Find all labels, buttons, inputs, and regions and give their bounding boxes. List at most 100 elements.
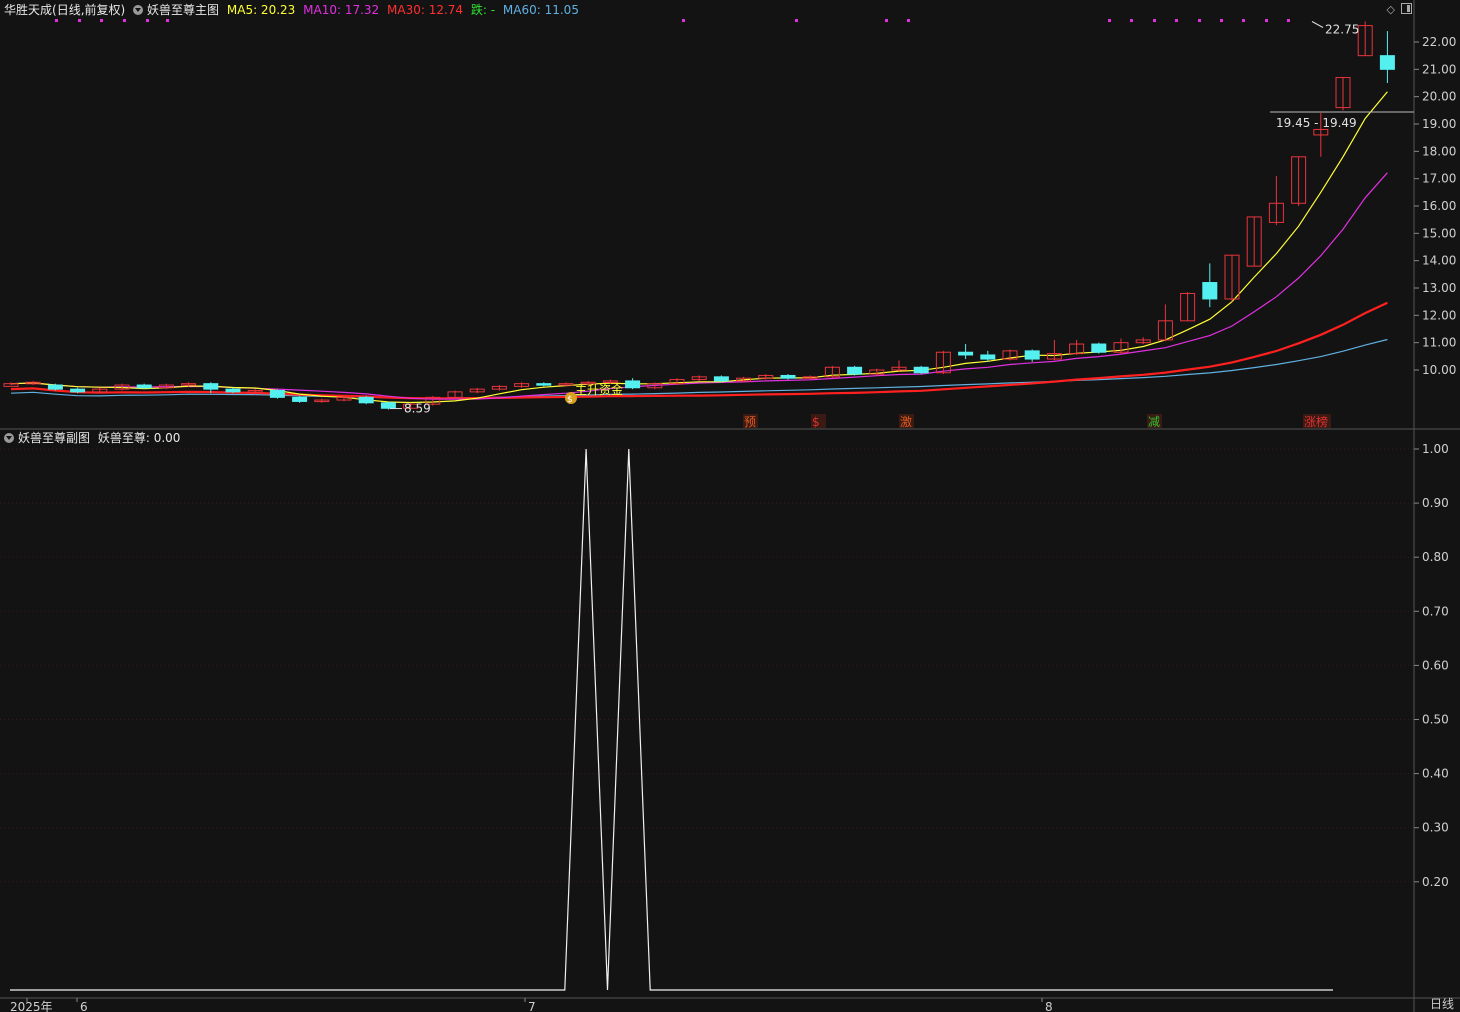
signal-dot	[55, 19, 58, 22]
high-price-label: 22.75	[1325, 23, 1359, 37]
candle-body	[380, 402, 396, 409]
signal-dot	[1175, 19, 1178, 22]
y-tick-label: 17.00	[1422, 172, 1456, 186]
sub-header: 妖兽至尊副图 妖兽至尊: 0.00	[4, 430, 184, 446]
candle-body	[225, 388, 241, 393]
candle-body	[958, 351, 974, 356]
x-tick-label: 7	[528, 1000, 536, 1012]
candle-body	[47, 384, 63, 390]
ma5-line	[10, 91, 1388, 404]
y-tick-label: 14.00	[1422, 254, 1456, 268]
ma10-line	[10, 172, 1388, 400]
stock-name: 华胜天成	[4, 3, 53, 17]
sub-tick-label: 0.50	[1422, 713, 1449, 727]
candle-body	[203, 383, 219, 390]
signal-label: 涨榜	[1304, 414, 1328, 429]
signal-dot	[146, 19, 149, 22]
signal-dot	[907, 19, 910, 22]
signal-dot	[1198, 19, 1201, 22]
signal-dot	[1108, 19, 1111, 22]
price-axis: 22.00 21.00 20.00 19.00 18.00 17.00 16.00 15.00…	[1414, 35, 1456, 377]
sub-tick-label: 0.30	[1422, 821, 1449, 835]
candle-body	[1024, 350, 1040, 360]
sub-indicator-name[interactable]: 妖兽至尊副图	[18, 431, 90, 445]
y-tick-label: 22.00	[1422, 35, 1456, 49]
signal-dot	[1130, 19, 1133, 22]
x-tick-label: 6	[80, 1000, 88, 1012]
y-tick-label: 21.00	[1422, 62, 1456, 76]
candle-body	[358, 396, 374, 404]
period-label: (日线,前复权)	[52, 3, 126, 17]
date-axis: 2025年 6 7 8	[10, 998, 1053, 1012]
signal-dot	[1287, 19, 1290, 22]
sub-tick-label: 1.00	[1422, 442, 1449, 456]
main-indicator-name[interactable]: 妖兽至尊主图	[147, 3, 219, 17]
sub-indicator-value: 妖兽至尊: 0.00	[97, 431, 181, 445]
signal-dot	[795, 19, 798, 22]
range-label: 19.45 - 19.49	[1276, 116, 1357, 130]
signal-dot	[78, 19, 81, 22]
candle-body	[136, 384, 152, 389]
candle-body	[913, 366, 929, 374]
window-icon[interactable]	[1401, 3, 1412, 14]
ma10-value: MA10: 17.32	[303, 3, 380, 17]
signal-dot	[123, 19, 126, 22]
sub-tick-label: 0.80	[1422, 550, 1449, 564]
sub-tick-label: 0.90	[1422, 496, 1449, 510]
signal-dot	[1242, 19, 1245, 22]
candle-body	[780, 374, 796, 379]
candle-body	[1202, 282, 1218, 300]
moving-averages	[10, 91, 1388, 404]
candle-body	[847, 366, 863, 375]
x-tick-label: 8	[1045, 1000, 1053, 1012]
dropdown-circle-icon[interactable]	[133, 5, 144, 15]
diamond-icon[interactable]: ◇	[1387, 3, 1395, 16]
signal-label: 减	[1148, 415, 1160, 429]
sub-tick-label: 0.40	[1422, 767, 1449, 781]
period-corner-label[interactable]: 日线	[1430, 995, 1454, 1012]
die-value: 跌: -	[470, 3, 496, 17]
x-tick-label: 2025年	[10, 1000, 53, 1012]
candle-body	[536, 383, 552, 386]
sub-tick-label: 0.60	[1422, 658, 1449, 672]
ma30-value: MA30: 12.74	[387, 3, 464, 17]
main-rise-tag: 主升资金	[575, 382, 623, 397]
signal-dot	[166, 19, 169, 22]
grid	[0, 0, 1460, 1012]
y-tick-label: 19.00	[1422, 117, 1456, 131]
signal-label: $	[812, 415, 820, 429]
candle-body	[269, 390, 285, 398]
candle-body	[1379, 55, 1395, 70]
signal-dot	[100, 19, 103, 22]
main-header: 华胜天成(日线,前复权) 妖兽至尊主图 MA5: 20.23 MA10: 17.…	[4, 2, 583, 18]
candle-body	[713, 376, 729, 382]
signal-dot	[885, 19, 888, 22]
sub-axis: 1.00 0.90 0.80 0.70 0.60 0.50 0.40 0.30 0.20	[1414, 442, 1449, 889]
sub-tick-label: 0.20	[1422, 875, 1449, 889]
ma5-value: MA5: 20.23	[226, 3, 296, 17]
candle-body	[70, 388, 86, 393]
candle-body	[1091, 343, 1107, 353]
signal-dot	[1265, 19, 1268, 22]
signal-dot	[682, 19, 685, 22]
sub-tick-label: 0.70	[1422, 604, 1449, 618]
y-tick-label: 10.00	[1422, 363, 1456, 377]
y-tick-label: 18.00	[1422, 144, 1456, 158]
y-tick-label: 12.00	[1422, 308, 1456, 322]
chart-canvas: 22.00 21.00 20.00 19.00 18.00 17.00 16.00 15.00…	[0, 0, 1460, 1012]
candlesticks	[3, 21, 1395, 410]
candle-body	[980, 354, 996, 360]
signal-label: 激	[900, 415, 912, 429]
y-tick-label: 13.00	[1422, 281, 1456, 295]
dropdown-circle-icon[interactable]	[4, 433, 14, 443]
signal-label: 预	[744, 415, 756, 429]
money-badge-label: $	[567, 395, 573, 405]
y-tick-label: 20.00	[1422, 90, 1456, 104]
signal-dot	[1220, 19, 1223, 22]
low-price-label: 8.59	[404, 402, 431, 416]
window-controls: ◇	[1381, 3, 1412, 16]
y-tick-label: 11.00	[1422, 336, 1456, 350]
ma60-value: MA60: 11.05	[502, 3, 579, 17]
y-tick-label: 15.00	[1422, 226, 1456, 240]
y-tick-label: 16.00	[1422, 199, 1456, 213]
